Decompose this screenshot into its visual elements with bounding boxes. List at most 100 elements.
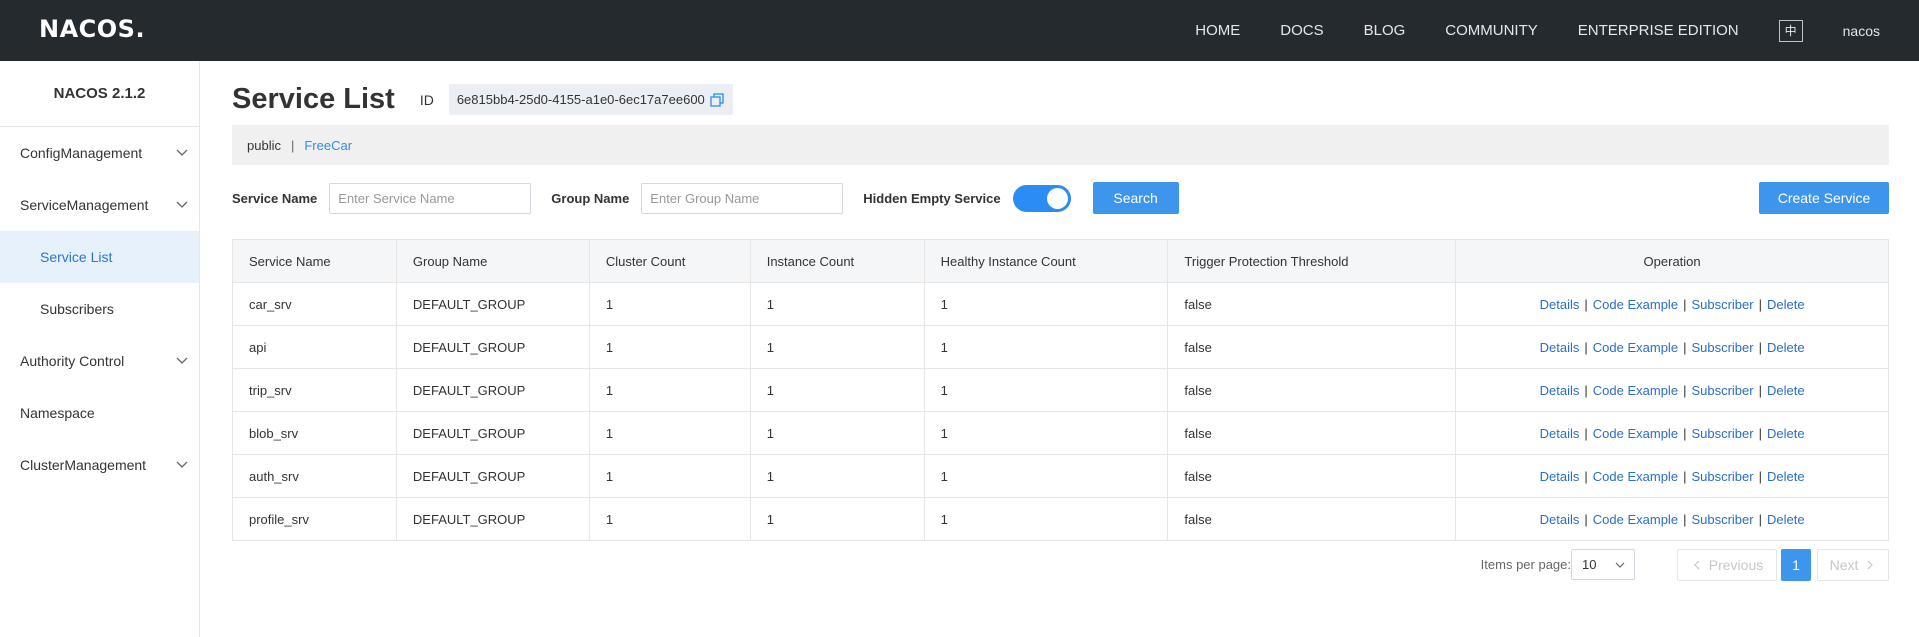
cell-group-name: DEFAULT_GROUP	[395, 368, 590, 412]
sidebar: NACOS 2.1.2 ConfigManagement ServiceMana…	[0, 61, 200, 637]
language-toggle-button[interactable]: 中	[1778, 19, 1803, 42]
cell-trigger-protection: false	[1167, 497, 1457, 541]
details-link[interactable]: Details	[1540, 297, 1580, 312]
next-page-button[interactable]: Next	[1817, 549, 1889, 581]
sidebar-item-cluster-management[interactable]: ClusterManagement	[0, 439, 199, 491]
namespace-bar: public | FreeCar	[232, 125, 1889, 165]
toggle-knob	[1046, 187, 1068, 209]
namespace-freecar[interactable]: FreeCar	[304, 138, 352, 153]
subscriber-link[interactable]: Subscriber	[1691, 426, 1753, 441]
pagination: Items per page: 10 Previous 1 Next	[232, 549, 1889, 581]
column-header: Instance Count	[749, 239, 925, 283]
delete-link[interactable]: Delete	[1767, 383, 1805, 398]
cell-instance-count: 1	[749, 325, 925, 369]
cell-service-name: api	[232, 325, 397, 369]
delete-link[interactable]: Delete	[1767, 426, 1805, 441]
table-row: profile_srv DEFAULT_GROUP 1 1 1 false De…	[232, 497, 1889, 541]
table-header-row: Service Name Group Name Cluster Count In…	[232, 239, 1889, 283]
column-header: Healthy Instance Count	[923, 239, 1169, 283]
code-example-link[interactable]: Code Example	[1593, 426, 1678, 441]
cell-healthy-instance-count: 1	[923, 325, 1169, 369]
details-link[interactable]: Details	[1540, 383, 1580, 398]
service-table: Service Name Group Name Cluster Count In…	[232, 239, 1889, 541]
sidebar-item-service-list[interactable]: Service List	[0, 231, 199, 283]
delete-link[interactable]: Delete	[1767, 340, 1805, 355]
subscriber-link[interactable]: Subscriber	[1691, 469, 1753, 484]
cell-healthy-instance-count: 1	[923, 411, 1169, 455]
code-example-link[interactable]: Code Example	[1593, 340, 1678, 355]
cell-healthy-instance-count: 1	[923, 282, 1169, 326]
sidebar-item-label: ClusterManagement	[20, 457, 147, 473]
sidebar-item-label: Namespace	[20, 405, 95, 421]
delete-link[interactable]: Delete	[1767, 469, 1805, 484]
delete-link[interactable]: Delete	[1767, 512, 1805, 527]
namespace-id: 6e815bb4-25d0-4155-a1e0-6ec17a7ee600	[456, 92, 705, 107]
sidebar-item-namespace[interactable]: Namespace	[0, 387, 199, 439]
page-1-button[interactable]: 1	[1781, 549, 1811, 581]
nav-home[interactable]: HOME	[1195, 22, 1240, 39]
create-service-button[interactable]: Create Service	[1759, 182, 1889, 214]
subscriber-link[interactable]: Subscriber	[1691, 383, 1753, 398]
code-example-link[interactable]: Code Example	[1593, 297, 1678, 312]
items-per-page-select[interactable]: 10	[1571, 549, 1635, 580]
code-example-link[interactable]: Code Example	[1593, 512, 1678, 527]
search-button[interactable]: Search	[1092, 182, 1179, 214]
cell-healthy-instance-count: 1	[923, 454, 1169, 498]
cell-group-name: DEFAULT_GROUP	[395, 454, 590, 498]
group-name-label: Group Name	[551, 190, 630, 206]
cell-group-name: DEFAULT_GROUP	[395, 282, 590, 326]
subscriber-link[interactable]: Subscriber	[1691, 297, 1753, 312]
copy-icon[interactable]	[709, 92, 725, 108]
details-link[interactable]: Details	[1540, 426, 1580, 441]
nacos-logo[interactable]: NACOS.	[39, 15, 145, 43]
page-title: Service List	[232, 83, 395, 115]
chevron-down-icon	[176, 149, 188, 156]
details-link[interactable]: Details	[1540, 340, 1580, 355]
items-per-page-value: 10	[1582, 557, 1597, 572]
cell-instance-count: 1	[749, 411, 925, 455]
details-link[interactable]: Details	[1540, 469, 1580, 484]
cell-operation: Details | Code Example | Subscriber | Delete	[1455, 282, 1889, 326]
cell-service-name: car_srv	[232, 282, 397, 326]
sidebar-item-config-management[interactable]: ConfigManagement	[0, 127, 199, 179]
sidebar-item-service-management[interactable]: ServiceManagement	[0, 179, 199, 231]
previous-label: Previous	[1708, 557, 1764, 573]
subscriber-link[interactable]: Subscriber	[1691, 340, 1753, 355]
cell-group-name: DEFAULT_GROUP	[395, 325, 590, 369]
cell-healthy-instance-count: 1	[923, 497, 1169, 541]
chevron-down-icon	[176, 461, 188, 468]
service-name-label: Service Name	[232, 190, 318, 206]
hidden-empty-service-toggle[interactable]	[1012, 184, 1071, 212]
cell-group-name: DEFAULT_GROUP	[395, 411, 590, 455]
cell-service-name: profile_srv	[232, 497, 397, 541]
cell-healthy-instance-count: 1	[923, 368, 1169, 412]
cell-cluster-count: 1	[588, 454, 751, 498]
code-example-link[interactable]: Code Example	[1593, 469, 1678, 484]
service-name-input[interactable]: Enter Service Name	[329, 182, 532, 214]
cell-instance-count: 1	[749, 282, 925, 326]
cell-service-name: blob_srv	[232, 411, 397, 455]
namespace-public[interactable]: public	[247, 138, 281, 153]
group-name-input[interactable]: Enter Group Name	[641, 182, 844, 214]
table-row: car_srv DEFAULT_GROUP 1 1 1 false Detail…	[232, 282, 1889, 326]
user-menu[interactable]: nacos	[1843, 23, 1880, 39]
previous-page-button[interactable]: Previous	[1677, 549, 1777, 581]
sidebar-item-label: ServiceManagement	[20, 197, 149, 213]
next-label: Next	[1829, 557, 1859, 573]
code-example-link[interactable]: Code Example	[1593, 383, 1678, 398]
nav-blog[interactable]: BLOG	[1364, 22, 1406, 39]
sidebar-item-label: Subscribers	[40, 301, 114, 317]
cell-operation: Details | Code Example | Subscriber | Delete	[1455, 411, 1889, 455]
sidebar-item-authority-control[interactable]: Authority Control	[0, 335, 199, 387]
nav-enterprise-edition[interactable]: ENTERPRISE EDITION	[1578, 22, 1739, 39]
nav-community[interactable]: COMMUNITY	[1445, 22, 1538, 39]
delete-link[interactable]: Delete	[1767, 297, 1805, 312]
cell-trigger-protection: false	[1167, 368, 1457, 412]
details-link[interactable]: Details	[1540, 512, 1580, 527]
cell-trigger-protection: false	[1167, 325, 1457, 369]
group-name-placeholder: Enter Group Name	[650, 190, 760, 206]
subscriber-link[interactable]: Subscriber	[1691, 512, 1753, 527]
items-per-page-label: Items per page:	[1480, 557, 1571, 572]
sidebar-item-subscribers[interactable]: Subscribers	[0, 283, 199, 335]
nav-docs[interactable]: DOCS	[1280, 22, 1323, 39]
